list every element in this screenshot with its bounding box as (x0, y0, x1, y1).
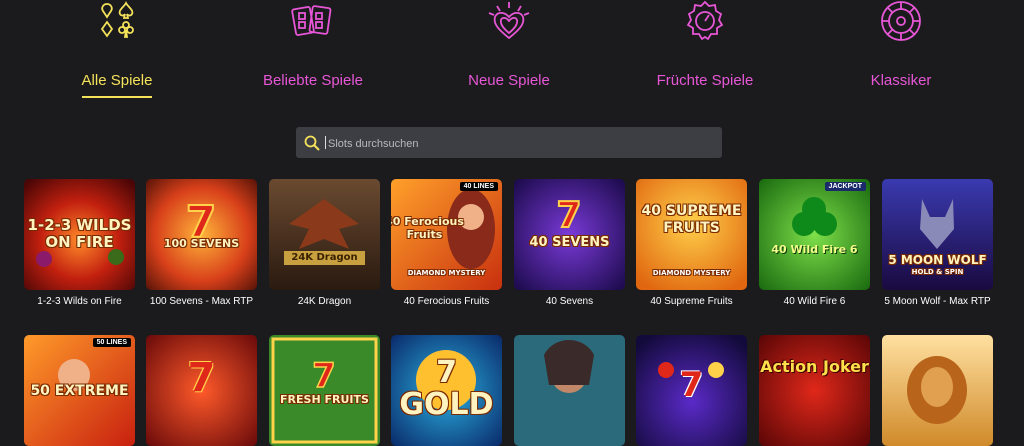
game-thumbnail: 7 GOLD (391, 335, 502, 446)
game-tile[interactable]: 40 SUPREME FRUITS DIAMOND MYSTERY 40 Sup… (636, 179, 747, 308)
game-art-text: 40 Ferocious Fruits (391, 215, 464, 241)
game-thumbnail (514, 335, 625, 446)
game-name: 24K Dragon (297, 296, 352, 307)
game-thumbnail (882, 335, 993, 446)
lines-badge: 40 LINES (459, 182, 498, 191)
game-art-text: 24K Dragon (291, 252, 358, 263)
game-thumbnail: 5 MOON WOLF HOLD & SPIN (882, 179, 993, 290)
game-art-text: 1-2-3 WILDS ON FIRE (27, 216, 132, 251)
game-tile[interactable]: 7 100 SEVENS 100 Sevens - Max RTP (146, 179, 257, 308)
game-art-subtext: DIAMOND MYSTERY (407, 269, 486, 277)
category-nav: Alle Spiele Beliebte Spiele Neue Spiele (0, 0, 1024, 110)
category-label: Beliebte Spiele (262, 72, 364, 89)
game-tile[interactable] (514, 335, 625, 446)
game-name: 100 Sevens - Max RTP (149, 296, 254, 307)
lines-badge: 50 LINES (92, 338, 131, 347)
game-thumbnail: 40 SUPREME FRUITS DIAMOND MYSTERY (636, 179, 747, 290)
category-label: Früchte Spiele (656, 72, 754, 89)
game-thumbnail: 24K Dragon (269, 179, 380, 290)
svg-text:7: 7 (556, 195, 581, 236)
game-tile[interactable]: 5 MOON WOLF HOLD & SPIN 5 Moon Wolf - Ma… (882, 179, 993, 308)
game-name: 1-2-3 Wilds on Fire (37, 296, 122, 307)
game-name: 40 Sevens (545, 296, 594, 307)
game-art-text: 7 GOLD (399, 355, 494, 422)
game-art-text: 40 SEVENS (529, 235, 610, 250)
game-thumbnail: 7 100 SEVENS (146, 179, 257, 290)
search-input[interactable] (326, 132, 710, 155)
game-thumbnail: 7 FRESH FRUITS (269, 335, 380, 446)
heart-sparkle-icon (488, 2, 530, 40)
game-tile[interactable]: 7 (146, 335, 257, 446)
search-bar[interactable] (296, 127, 722, 158)
game-tile[interactable]: 1-2-3 WILDS ON FIRE 1-2-3 Wilds on Fire (24, 179, 135, 308)
game-art-text: 100 SEVENS (163, 237, 240, 250)
search-icon (304, 135, 320, 151)
cards-icon (291, 5, 332, 36)
category-label: Neue Spiele (468, 72, 550, 89)
game-art-subtext: DIAMOND MYSTERY (652, 269, 731, 277)
active-underline (82, 96, 152, 98)
svg-text:7: 7 (312, 356, 336, 396)
game-tile[interactable]: 7 (636, 335, 747, 446)
game-art-text: 7 (679, 365, 704, 405)
game-thumbnail: 1-2-3 WILDS ON FIRE (24, 179, 135, 290)
category-label: Alle Spiele (81, 72, 153, 89)
game-tile[interactable]: 24K Dragon 24K Dragon (269, 179, 380, 308)
game-art-text: 40 SUPREME FRUITS (641, 203, 742, 236)
game-tile[interactable]: 40 LINES 40 Ferocious Fruits DIAMOND MYS… (391, 179, 502, 308)
game-art-subtext: HOLD & SPIN (911, 268, 964, 276)
game-thumbnail: 7 40 SEVENS (514, 179, 625, 290)
game-name: 40 Wild Fire 6 (783, 296, 846, 307)
game-art-text: 5 MOON WOLF (888, 253, 987, 267)
game-tile[interactable] (882, 335, 993, 446)
game-thumbnail: JACKPOT 40 Wild Fire 6 (759, 179, 870, 290)
category-label: Klassiker (870, 72, 932, 89)
game-name: 40 Supreme Fruits (650, 296, 733, 307)
game-art-text: 40 Wild Fire 6 (771, 243, 858, 256)
game-thumbnail: 7 (146, 335, 257, 446)
game-tile[interactable]: 50 LINES 50 EXTREME (24, 335, 135, 446)
game-art-text: 50 EXTREME (30, 383, 129, 399)
game-name: 40 Ferocious Fruits (403, 296, 490, 307)
game-tile[interactable]: 7 FRESH FRUITS (269, 335, 380, 446)
dial-icon (686, 0, 724, 41)
game-art-text: Action Joker (760, 357, 869, 376)
game-tile[interactable]: Action Joker (759, 335, 870, 446)
game-art-text: 7 (187, 355, 216, 401)
game-thumbnail: Action Joker (759, 335, 870, 446)
game-thumbnail: 40 LINES 40 Ferocious Fruits DIAMOND MYS… (391, 179, 502, 290)
jackpot-badge: JACKPOT (824, 182, 866, 191)
game-tile[interactable]: 7 40 SEVENS 40 Sevens (514, 179, 625, 308)
roulette-icon (881, 1, 921, 41)
game-tile[interactable]: JACKPOT 40 Wild Fire 6 40 Wild Fire 6 (759, 179, 870, 308)
game-art-text: FRESH FRUITS (280, 393, 369, 406)
game-tile[interactable]: 7 GOLD (391, 335, 502, 446)
card-suits-icon (100, 0, 134, 38)
game-name: 5 Moon Wolf - Max RTP (884, 296, 991, 307)
game-thumbnail: 7 (636, 335, 747, 446)
game-thumbnail: 50 LINES 50 EXTREME (24, 335, 135, 446)
